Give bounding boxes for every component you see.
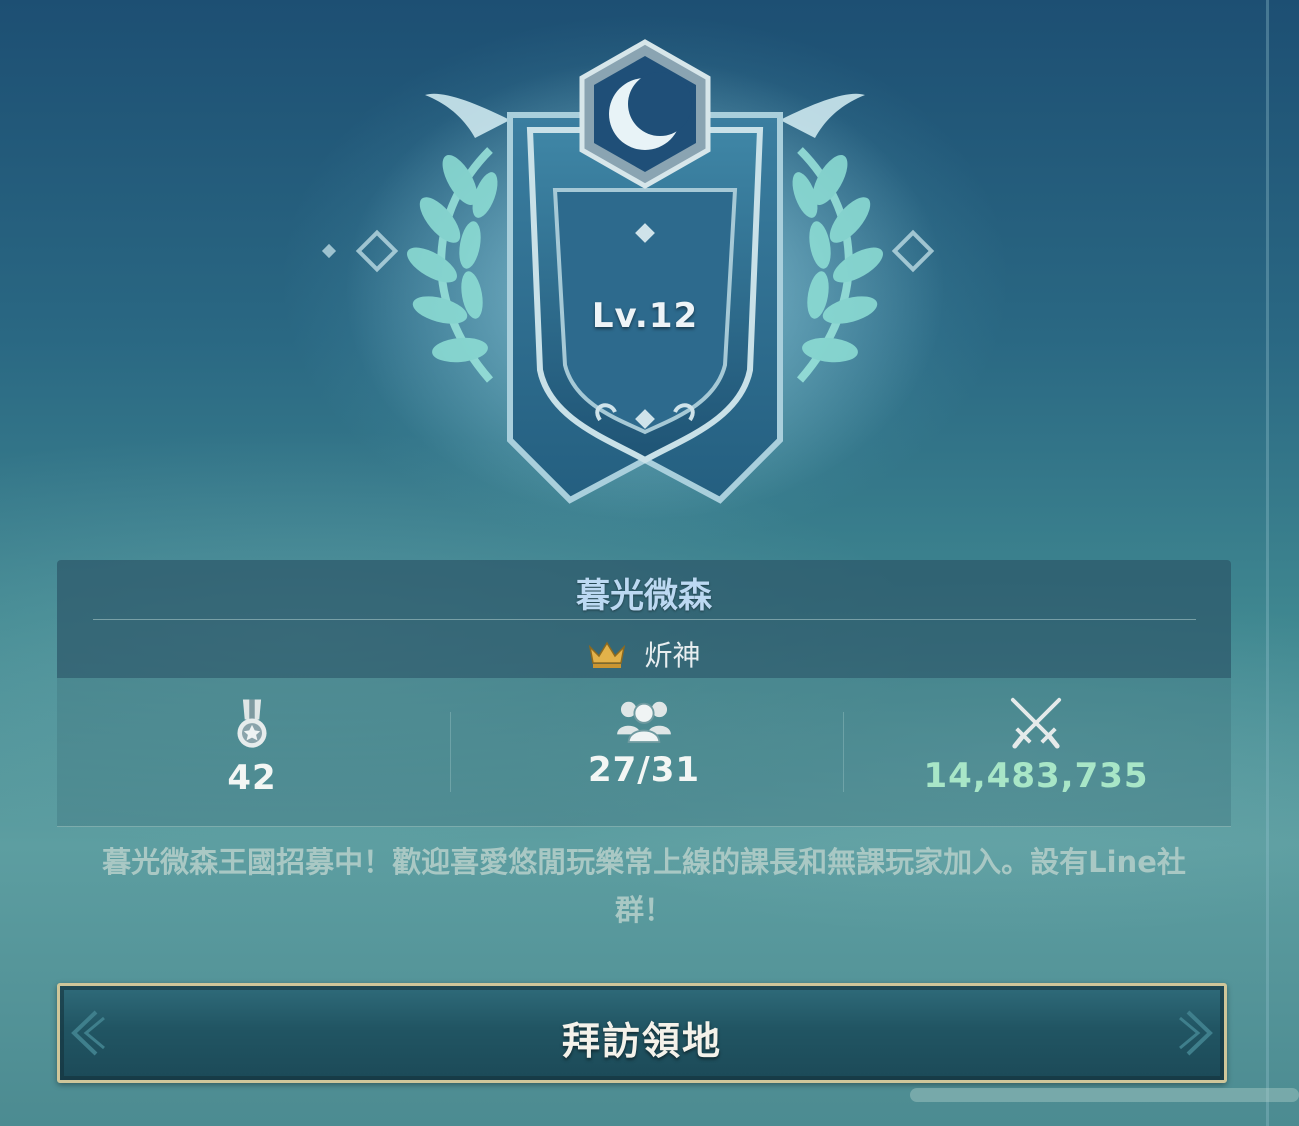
guild-description: 暮光微森王國招募中！歡迎喜愛悠閒玩樂常上線的課長和無課玩家加入。設有Line社 …	[57, 838, 1231, 934]
description-line: 群！	[614, 893, 673, 927]
guild-stats: 42 27/31 14,483,735	[57, 678, 1231, 827]
leader-row: 炘神	[57, 634, 1231, 672]
stat-rank: 42	[57, 696, 447, 798]
panel-right-edge	[1266, 0, 1269, 1126]
medal-icon	[237, 699, 267, 748]
stat-power: 14,483,735	[841, 696, 1231, 796]
visit-territory-label: 拜訪領地	[561, 1019, 722, 1063]
guild-level: Lv.12	[591, 296, 699, 336]
leader-name: 炘神	[644, 639, 701, 672]
stat-members: 27/31	[449, 696, 839, 790]
crossed-swords-icon	[1010, 697, 1062, 749]
guild-emblem	[321, 39, 945, 520]
button-ornament-right-icon	[1179, 1010, 1213, 1056]
guild-name: 暮光微森	[576, 576, 712, 616]
members-value: 27/31	[587, 750, 701, 790]
crown-icon	[589, 641, 626, 668]
guild-info-panel: 暮光微森 炘神 42 27/31 14,483,735 暮光微森王國招募中！歡迎…	[57, 560, 1231, 980]
horizontal-scrollbar[interactable]	[910, 1088, 1299, 1102]
description-line: 暮光微森王國招募中！歡迎喜愛悠閒玩樂常上線的課長和無課玩家加入。設有Line社	[102, 845, 1186, 879]
power-value: 14,483,735	[923, 756, 1149, 796]
visit-territory-button[interactable]: 拜訪領地	[57, 983, 1227, 1083]
guild-header: 暮光微森 炘神	[57, 560, 1231, 678]
header-divider	[93, 619, 1196, 620]
rank-value: 42	[227, 758, 277, 798]
members-group-icon	[617, 701, 671, 744]
